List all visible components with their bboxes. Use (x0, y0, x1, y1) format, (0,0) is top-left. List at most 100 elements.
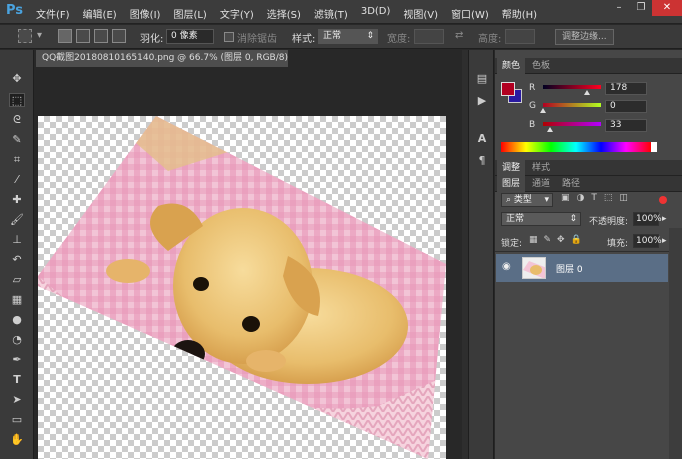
add-selection-icon[interactable] (76, 29, 90, 43)
restore-button[interactable]: ❐ (630, 0, 652, 16)
menu-file[interactable]: 文件(F) (36, 6, 70, 21)
menu-layer[interactable]: 图层(L) (173, 6, 206, 21)
document-tab-title: QQ截图20180810165140.png @ 66.7% (图层 0, RG… (42, 53, 288, 63)
lasso-tool-icon[interactable]: ᘓ (9, 113, 25, 127)
menu-filter[interactable]: 滤镜(T) (314, 6, 348, 21)
swap-icon[interactable]: ⇄ (455, 30, 463, 41)
history-brush-tool-icon[interactable]: ↶ (9, 253, 25, 267)
menu-3d[interactable]: 3D(D) (361, 6, 391, 21)
blue-slider-thumb[interactable] (547, 127, 553, 132)
fill-input[interactable]: 100% (633, 234, 662, 248)
opacity-chevron-icon[interactable]: ▸ (662, 214, 667, 224)
blend-mode-select[interactable]: 正常 ⇕ (501, 212, 581, 226)
eyedropper-tool-icon[interactable]: ⁄ (9, 173, 25, 187)
image-canvas[interactable] (38, 116, 446, 459)
adjustments-panel-tabs: 调整 样式 (495, 160, 682, 176)
width-input[interactable] (414, 29, 444, 44)
right-panels: 颜色 色板 R 178 G 0 B 33 调整 样式 图层 通道 路径 ⌕ 类型… (495, 50, 682, 459)
white-swatch[interactable] (651, 142, 657, 152)
move-tool-icon[interactable]: ✥ (9, 72, 25, 86)
pen-tool-icon[interactable]: ✒ (9, 353, 25, 367)
green-value-input[interactable]: 0 (605, 100, 647, 113)
red-slider-thumb[interactable] (584, 90, 590, 95)
layer-filter-icons[interactable]: ▣◑T⬚◫ (561, 193, 635, 203)
paragraph-panel-icon[interactable]: ¶ (475, 154, 489, 168)
tab-paths[interactable]: 路径 (557, 176, 585, 192)
height-input[interactable] (505, 29, 535, 44)
rectangle-tool-icon[interactable]: ▭ (9, 413, 25, 427)
green-slider[interactable] (543, 103, 601, 107)
layer-thumbnail-image (523, 258, 545, 278)
type-tool-icon[interactable]: T (9, 373, 25, 387)
layer-name[interactable]: 图层 0 (556, 262, 583, 275)
healing-brush-tool-icon[interactable]: ✚ (9, 193, 25, 207)
menu-view[interactable]: 视图(V) (403, 6, 438, 21)
tab-color[interactable]: 颜色 (497, 58, 526, 74)
tab-channels[interactable]: 通道 (527, 176, 555, 192)
red-slider[interactable] (543, 85, 601, 89)
color-spectrum-bar[interactable] (501, 142, 651, 152)
blue-value-input[interactable]: 33 (605, 119, 647, 132)
lock-icons[interactable]: ▦✎✥🔒 (529, 235, 588, 245)
tab-layers[interactable]: 图层 (497, 176, 526, 192)
blur-tool-icon[interactable]: ● (9, 313, 25, 327)
close-button[interactable]: ✕ (652, 0, 682, 16)
layers-divider (495, 251, 682, 252)
tab-adjustments[interactable]: 调整 (497, 160, 526, 176)
collapsed-panels-strip: ▤ ▶ A ¶ (468, 50, 494, 459)
green-slider-thumb[interactable] (540, 108, 546, 113)
search-icon: ⌕ (506, 195, 514, 205)
history-panel-icon[interactable]: ▤ (475, 72, 489, 86)
options-bar: ▾ 羽化: 0 像素 消除锯齿 样式: 正常 ⇕ 宽度: ⇄ 高度: 调整边缘..… (0, 25, 682, 49)
style-select[interactable]: 正常 ⇕ (318, 29, 378, 44)
hand-tool-icon[interactable]: ✋ (9, 433, 25, 447)
opacity-input[interactable]: 100% (633, 212, 662, 226)
layer-thumbnail (522, 257, 546, 279)
menu-select[interactable]: 选择(S) (267, 6, 301, 21)
blue-slider[interactable] (543, 122, 601, 126)
dodge-tool-icon[interactable]: ◔ (9, 333, 25, 347)
new-selection-icon[interactable] (58, 29, 72, 43)
menu-image[interactable]: 图像(I) (130, 6, 161, 21)
style-select-value: 正常 (323, 31, 342, 41)
layers-scrollbar[interactable] (669, 228, 682, 459)
menu-type[interactable]: 文字(Y) (220, 6, 254, 21)
subtract-selection-icon[interactable] (94, 29, 108, 43)
clone-stamp-tool-icon[interactable]: ⊥ (9, 233, 25, 247)
layer-row[interactable]: ◉ 图层 0 (496, 254, 668, 282)
minimize-button[interactable]: – (608, 0, 630, 16)
red-value-input[interactable]: 178 (605, 82, 647, 95)
tab-swatches[interactable]: 色板 (527, 58, 555, 74)
layer-filter-value: 类型 (513, 195, 532, 205)
menu-edit[interactable]: 编辑(E) (83, 6, 117, 21)
path-selection-tool-icon[interactable]: ➤ (9, 393, 25, 407)
actions-panel-icon[interactable]: ▶ (475, 94, 489, 108)
foreground-color-swatch[interactable] (501, 82, 515, 96)
brush-tool-icon[interactable]: 🖌 (9, 213, 25, 227)
antialias-checkbox[interactable] (224, 32, 234, 42)
layer-filter-select[interactable]: ⌕ 类型 ▾ (501, 193, 553, 207)
feather-input[interactable]: 0 像素 (166, 29, 214, 44)
quick-selection-tool-icon[interactable]: ✎ (9, 133, 25, 147)
color-panel-tabs: 颜色 色板 (495, 58, 682, 74)
tools-panel: ✥ ⬚ ᘓ ✎ ⌗ ⁄ ✚ 🖌 ⊥ ↶ ▱ ▦ ● ◔ ✒ T ➤ ▭ ✋ (0, 50, 34, 459)
preset-chevron-icon[interactable]: ▾ (37, 30, 42, 41)
tab-styles[interactable]: 样式 (527, 160, 555, 176)
eye-icon[interactable]: ◉ (502, 262, 514, 272)
fill-label: 填充: (607, 239, 629, 249)
height-label: 高度: (478, 34, 502, 45)
document-tab[interactable]: QQ截图20180810165140.png @ 66.7% (图层 0, RG… (36, 50, 288, 67)
eraser-tool-icon[interactable]: ▱ (9, 273, 25, 287)
menu-window[interactable]: 窗口(W) (451, 6, 489, 21)
refine-edge-button[interactable]: 调整边缘... (555, 29, 614, 45)
fill-chevron-icon[interactable]: ▸ (662, 236, 667, 246)
filter-toggle-icon[interactable] (659, 196, 667, 204)
green-label: G (529, 101, 536, 111)
intersect-selection-icon[interactable] (112, 29, 126, 43)
marquee-tool-icon[interactable]: ⬚ (9, 93, 25, 107)
gradient-tool-icon[interactable]: ▦ (9, 293, 25, 307)
menu-help[interactable]: 帮助(H) (502, 6, 537, 21)
crop-tool-icon[interactable]: ⌗ (9, 153, 25, 167)
character-panel-icon[interactable]: A (475, 132, 489, 146)
marquee-preset-icon[interactable] (18, 29, 32, 43)
